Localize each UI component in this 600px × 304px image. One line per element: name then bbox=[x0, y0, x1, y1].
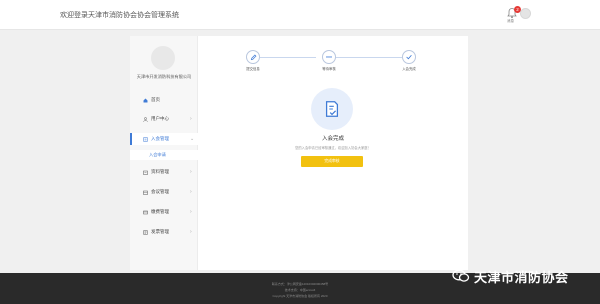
chevron-right-icon: › bbox=[190, 209, 192, 215]
invoice-icon bbox=[142, 229, 148, 235]
user-icon bbox=[142, 116, 148, 122]
notification-label: 消息 bbox=[507, 19, 514, 23]
sidebar-item-label: 用户中心 bbox=[151, 116, 169, 121]
document-check-icon bbox=[325, 101, 339, 117]
chevron-right-icon: › bbox=[190, 116, 192, 122]
chevron-right-icon: › bbox=[190, 189, 192, 195]
sidebar-item-label: 入会管理 bbox=[151, 136, 169, 141]
result-title: 入会完成 bbox=[321, 136, 344, 142]
user-avatar[interactable] bbox=[520, 8, 531, 19]
sidebar-item-meetings[interactable]: 会议管理 › bbox=[130, 186, 198, 198]
sidebar-item-materials[interactable]: 资料管理 › bbox=[130, 166, 198, 178]
document-icon bbox=[142, 136, 148, 142]
chevron-right-icon: › bbox=[190, 229, 192, 235]
chevron-right-icon: › bbox=[190, 169, 192, 175]
calendar-icon bbox=[142, 189, 148, 195]
step-2 bbox=[322, 50, 336, 64]
result-description: 您的入会申请已经审核通过，欢迎加入协会大家庭！ bbox=[295, 146, 371, 150]
pencil-icon bbox=[250, 54, 256, 60]
sidebar-item-membership[interactable]: 入会管理 ⌄ bbox=[130, 133, 198, 145]
company-name: 天津市开发消防科技有限公司 bbox=[136, 74, 192, 79]
step-1-label: 提交信息 bbox=[246, 67, 260, 71]
main-panel: 天津市开发消防科技有限公司 首页 用户中心 › 入会管理 ⌄ 入会申请 资料管理… bbox=[130, 36, 468, 270]
step-3 bbox=[402, 50, 416, 64]
sidebar-item-home[interactable]: 首页 bbox=[130, 94, 198, 106]
step-connector bbox=[336, 57, 402, 58]
content-area: 提交信息 等待审核 入会完成 入会完成 您的入会申请已经审核通过，欢迎加入协会大… bbox=[198, 36, 468, 270]
home-icon bbox=[142, 97, 148, 103]
payment-icon bbox=[142, 209, 148, 215]
footer-copyright: Copyright 天津市消防协会 版权所有 2020 bbox=[272, 294, 328, 298]
sidebar-item-user-center[interactable]: 用户中心 › bbox=[130, 113, 198, 125]
sidebar-item-label: 缴费管理 bbox=[151, 209, 169, 214]
sidebar-item-label: 首页 bbox=[151, 97, 160, 102]
sidebar-item-label: 会议管理 bbox=[151, 189, 169, 194]
sidebar-item-invoices[interactable]: 发票管理 › bbox=[130, 226, 198, 238]
sidebar-item-label: 发票管理 bbox=[151, 229, 169, 234]
check-icon bbox=[406, 54, 412, 60]
footer-contact: 联系方式：津公网安备12010302000458号 bbox=[271, 282, 329, 286]
step-3-label: 入会完成 bbox=[402, 67, 416, 71]
sidebar-subitem-label: 入会申请 bbox=[149, 152, 166, 157]
sidebar: 天津市开发消防科技有限公司 首页 用户中心 › 入会管理 ⌄ 入会申请 资料管理… bbox=[130, 36, 198, 270]
step-connector bbox=[260, 57, 316, 58]
step-2-label: 等待审核 bbox=[322, 67, 336, 71]
complete-button[interactable]: 完成审核 bbox=[301, 156, 363, 167]
active-indicator bbox=[130, 133, 132, 145]
footer-support: 技术支持：中国eccsoft bbox=[284, 288, 316, 292]
ellipsis-icon bbox=[326, 56, 332, 58]
company-avatar bbox=[151, 46, 175, 70]
wechat-watermark: 天津市消防协会 bbox=[452, 266, 569, 286]
step-1 bbox=[246, 50, 260, 64]
watermark-text: 天津市消防协会 bbox=[474, 269, 569, 285]
result-icon-circle bbox=[311, 88, 353, 130]
folder-icon bbox=[142, 169, 148, 175]
chevron-down-icon: ⌄ bbox=[190, 136, 195, 142]
top-header: 欢迎登录天津市消防协会协会管理系统 2 消息 bbox=[0, 0, 600, 30]
system-title: 欢迎登录天津市消防协会协会管理系统 bbox=[60, 12, 179, 19]
wechat-icon bbox=[452, 269, 470, 282]
sidebar-item-label: 资料管理 bbox=[151, 169, 169, 174]
sidebar-subitem-membership-application[interactable]: 入会申请 bbox=[130, 150, 198, 160]
sidebar-item-payments[interactable]: 缴费管理 › bbox=[130, 206, 198, 218]
